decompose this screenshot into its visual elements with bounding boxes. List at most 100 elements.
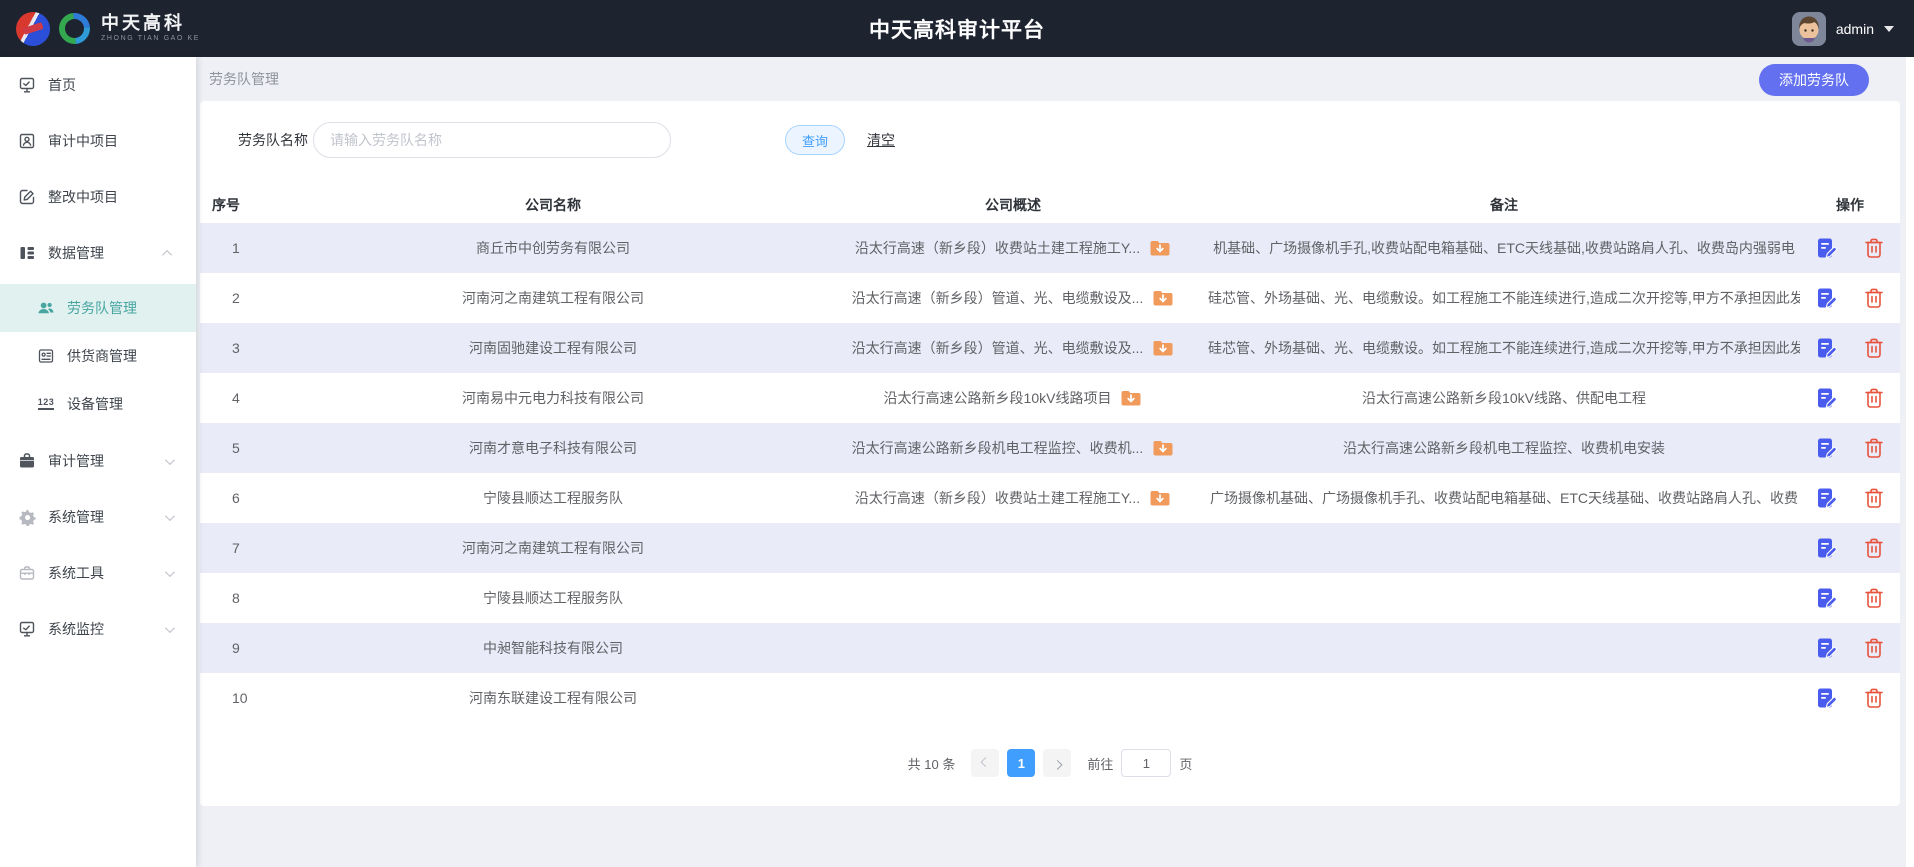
audit-management-icon xyxy=(18,452,36,470)
operations-cell xyxy=(1800,387,1900,409)
row-index: 6 xyxy=(200,490,288,506)
company-name: 河南河之南建筑工程有限公司 xyxy=(288,288,818,308)
company-name: 河南河之南建筑工程有限公司 xyxy=(288,538,818,558)
delete-icon[interactable] xyxy=(1863,337,1885,359)
delete-icon[interactable] xyxy=(1863,587,1885,609)
row-index: 1 xyxy=(200,240,288,256)
edit-icon[interactable] xyxy=(1815,287,1837,309)
content-card: 劳务队名称 查询 清空 序号公司名称公司概述备注操作 1商丘市中创劳务有限公司沿… xyxy=(200,101,1900,806)
sidebar-item-supplier-management[interactable]: 供货商管理 xyxy=(0,332,196,380)
edit-icon[interactable] xyxy=(1815,437,1837,459)
chevron-down-icon xyxy=(165,511,175,521)
labor-team-table: 序号公司名称公司概述备注操作 1商丘市中创劳务有限公司沿太行高速（新乡段）收费站… xyxy=(200,186,1900,723)
query-button[interactable]: 查询 xyxy=(785,125,845,155)
next-page-button[interactable] xyxy=(1043,749,1071,777)
company-name: 宁陵县顺达工程服务队 xyxy=(288,488,818,508)
download-attachment-icon[interactable] xyxy=(1152,337,1174,359)
download-attachment-icon[interactable] xyxy=(1120,387,1142,409)
edit-icon[interactable] xyxy=(1815,337,1837,359)
system-monitor-icon xyxy=(18,620,36,638)
company-overview-text: 沿太行高速（新乡段）收费站土建工程施工Y... xyxy=(855,238,1140,258)
company-overview-text: 沿太行高速（新乡段）收费站土建工程施工Y... xyxy=(855,488,1140,508)
delete-icon[interactable] xyxy=(1863,487,1885,509)
edit-icon[interactable] xyxy=(1815,537,1837,559)
download-attachment-icon[interactable] xyxy=(1152,437,1174,459)
sidebar-item-labor-team-management[interactable]: 劳务队管理 xyxy=(0,284,196,332)
sidebar-item-system-tools[interactable]: 系统工具 xyxy=(0,545,196,601)
row-index: 7 xyxy=(200,540,288,556)
edit-icon[interactable] xyxy=(1815,237,1837,259)
delete-icon[interactable] xyxy=(1863,687,1885,709)
edit-icon[interactable] xyxy=(1815,387,1837,409)
chevron-down-icon xyxy=(165,455,175,465)
table-row: 10河南东联建设工程有限公司 xyxy=(200,673,1900,723)
company-overview-text: 沿太行高速（新乡段）管道、光、电缆敷设及... xyxy=(852,288,1144,308)
column-header-remark: 备注 xyxy=(1208,195,1800,215)
sidebar-item-system-management[interactable]: 系统管理 xyxy=(0,489,196,545)
company-overview-text: 沿太行高速公路新乡段机电工程监控、收费机... xyxy=(852,438,1144,458)
company-name: 商丘市中创劳务有限公司 xyxy=(288,238,818,258)
delete-icon[interactable] xyxy=(1863,537,1885,559)
table-row: 9中昶智能科技有限公司 xyxy=(200,623,1900,673)
auditing-projects-icon xyxy=(18,132,36,150)
row-index: 3 xyxy=(200,340,288,356)
column-header-operations: 操作 xyxy=(1800,195,1900,215)
edit-icon[interactable] xyxy=(1815,687,1837,709)
edit-icon[interactable] xyxy=(1815,487,1837,509)
user-menu[interactable]: admin xyxy=(1792,0,1894,57)
sidebar-item-label: 首页 xyxy=(48,75,76,95)
page-title: 中天高科审计平台 xyxy=(0,14,1914,44)
username[interactable]: admin xyxy=(1836,21,1874,37)
company-overview-cell: 沿太行高速公路新乡段机电工程监控、收费机... xyxy=(818,437,1208,459)
chevron-down-icon xyxy=(165,567,175,577)
table-row: 6宁陵县顺达工程服务队沿太行高速（新乡段）收费站土建工程施工Y...广场摄像机基… xyxy=(200,473,1900,523)
sidebar-item-auditing-projects[interactable]: 审计中项目 xyxy=(0,113,196,169)
sidebar: 首页审计中项目整改中项目数据管理劳务队管理供货商管理123设备管理审计管理系统管… xyxy=(0,57,196,867)
delete-icon[interactable] xyxy=(1863,287,1885,309)
sidebar-item-system-monitor[interactable]: 系统监控 xyxy=(0,601,196,657)
download-attachment-icon[interactable] xyxy=(1149,237,1171,259)
labor-team-name-input[interactable] xyxy=(313,122,671,158)
company-name: 河南东联建设工程有限公司 xyxy=(288,688,818,708)
main-content: 劳务队管理 添加劳务队 劳务队名称 查询 清空 序号公司名称公司概述备注操作 1… xyxy=(196,57,1905,867)
delete-icon[interactable] xyxy=(1863,637,1885,659)
goto-label: 前往 xyxy=(1087,754,1113,773)
prev-page-button[interactable] xyxy=(971,749,999,777)
row-index: 10 xyxy=(200,690,288,706)
system-tools-icon xyxy=(18,564,36,582)
sidebar-item-equipment-management[interactable]: 123设备管理 xyxy=(0,380,196,428)
user-dropdown-caret-icon[interactable] xyxy=(1884,26,1894,32)
sidebar-item-label: 系统管理 xyxy=(48,507,104,527)
goto-page-input[interactable] xyxy=(1121,749,1171,777)
sidebar-item-data-management[interactable]: 数据管理 xyxy=(0,225,196,281)
avatar[interactable] xyxy=(1792,12,1826,46)
delete-icon[interactable] xyxy=(1863,387,1885,409)
company-name: 宁陵县顺达工程服务队 xyxy=(288,588,818,608)
add-labor-team-button[interactable]: 添加劳务队 xyxy=(1759,64,1869,96)
sidebar-item-audit-management[interactable]: 审计管理 xyxy=(0,433,196,489)
column-header-company-overview: 公司概述 xyxy=(818,195,1208,215)
company-overview-cell: 沿太行高速公路新乡段10kV线路项目 xyxy=(818,387,1208,409)
operations-cell xyxy=(1800,437,1900,459)
sidebar-item-label: 审计管理 xyxy=(48,451,104,471)
sidebar-item-label: 审计中项目 xyxy=(48,131,118,151)
delete-icon[interactable] xyxy=(1863,237,1885,259)
pagination-total: 共 10 条 xyxy=(908,754,956,773)
page-number-button[interactable]: 1 xyxy=(1007,749,1035,777)
column-header-company-name: 公司名称 xyxy=(288,195,818,215)
remark: 硅芯管、外场基础、光、电缆敷设。如工程施工不能连续进行,造成二次开挖等,甲方不承… xyxy=(1208,338,1800,358)
operations-cell xyxy=(1800,287,1900,309)
clear-button[interactable]: 清空 xyxy=(867,130,895,150)
chevron-right-icon xyxy=(1052,759,1062,769)
page-scrollbar[interactable] xyxy=(1905,57,1914,867)
remark: 沿太行高速公路新乡段10kV线路、供配电工程 xyxy=(1208,388,1800,408)
download-attachment-icon[interactable] xyxy=(1149,487,1171,509)
sidebar-item-home[interactable]: 首页 xyxy=(0,57,196,113)
company-overview-cell: 沿太行高速（新乡段）收费站土建工程施工Y... xyxy=(818,237,1208,259)
edit-icon[interactable] xyxy=(1815,637,1837,659)
download-attachment-icon[interactable] xyxy=(1152,287,1174,309)
search-label: 劳务队名称 xyxy=(238,130,308,150)
edit-icon[interactable] xyxy=(1815,587,1837,609)
sidebar-item-rectifying-projects[interactable]: 整改中项目 xyxy=(0,169,196,225)
delete-icon[interactable] xyxy=(1863,437,1885,459)
